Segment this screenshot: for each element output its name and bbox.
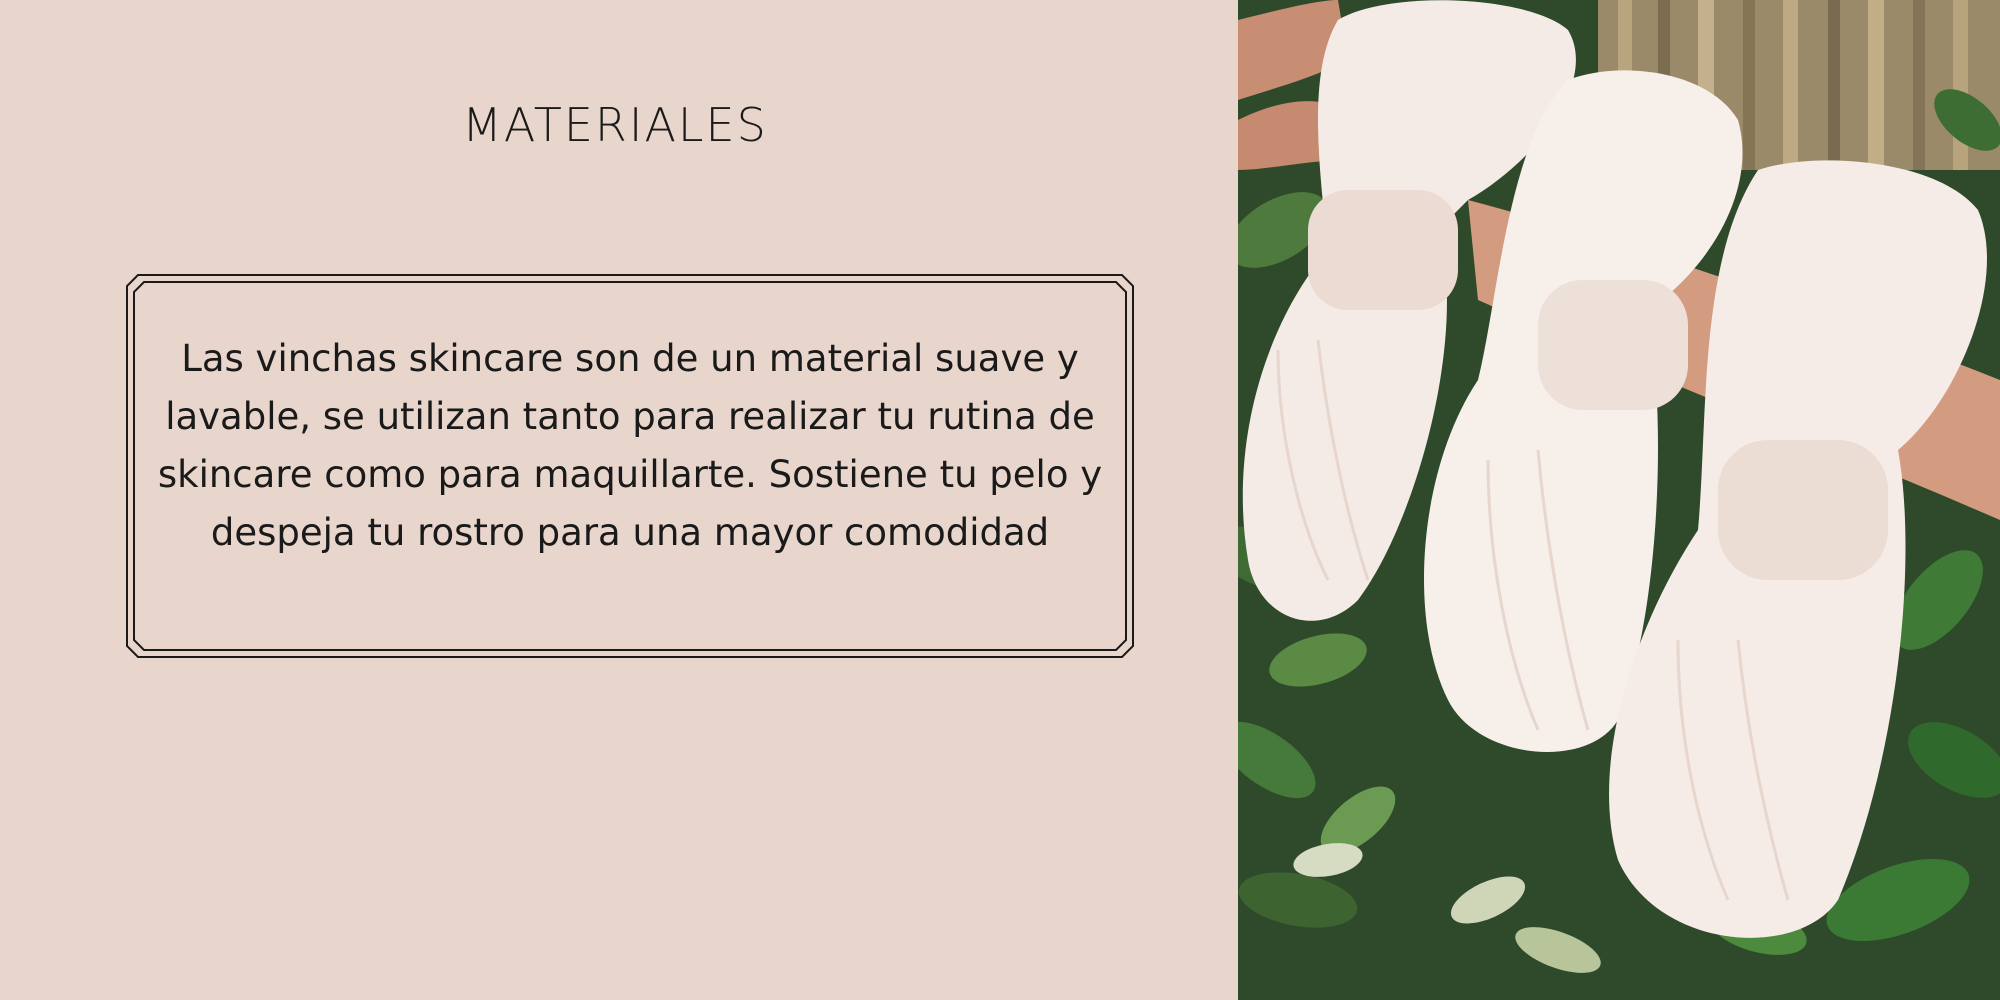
text-panel: MATERIALES Las vinchas skincare son de u… bbox=[0, 0, 1238, 1000]
slide-title: MATERIALES bbox=[462, 98, 768, 152]
text-frame: Las vinchas skincare son de un material … bbox=[126, 274, 1134, 658]
slide-body-text: Las vinchas skincare son de un material … bbox=[157, 337, 1103, 554]
product-photo bbox=[1238, 0, 2000, 1000]
headbands-photo-illustration bbox=[1238, 0, 2000, 1000]
